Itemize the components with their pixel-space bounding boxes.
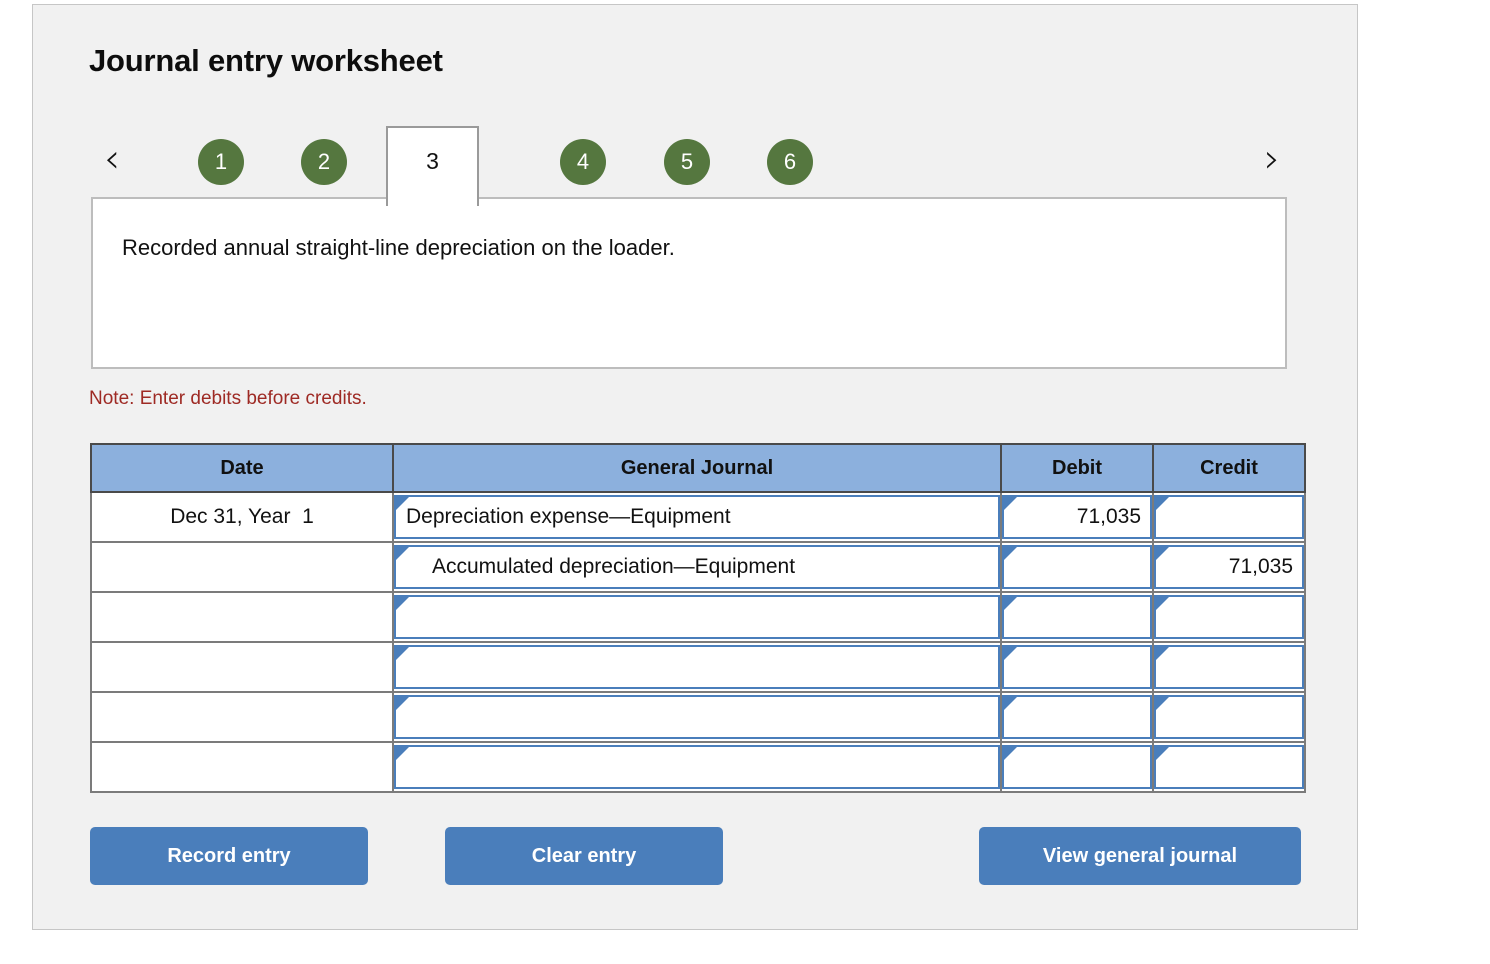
view-general-journal-button[interactable]: View general journal bbox=[979, 827, 1301, 885]
table-header-row: Date General Journal Debit Credit bbox=[90, 443, 1306, 493]
table-row bbox=[90, 691, 1306, 743]
account-cell[interactable] bbox=[392, 591, 1002, 643]
credit-value: 71,035 bbox=[1228, 555, 1293, 578]
journal-entry-table: Date General Journal Debit Credit Dec 31… bbox=[90, 443, 1306, 793]
debit-cell[interactable] bbox=[1000, 591, 1154, 643]
record-entry-button[interactable]: Record entry bbox=[90, 827, 368, 885]
column-header-credit: Credit bbox=[1152, 443, 1306, 493]
account-value: Accumulated depreciation—Equipment bbox=[432, 555, 796, 578]
account-cell[interactable]: Depreciation expense—Equipment bbox=[392, 491, 1002, 543]
credit-input[interactable] bbox=[1154, 695, 1304, 739]
entry-tab-strip: ‹ 1 2 3 4 5 6 › bbox=[33, 117, 1357, 206]
date-cell[interactable] bbox=[90, 691, 394, 743]
column-header-date: Date bbox=[90, 443, 394, 493]
credit-input[interactable] bbox=[1154, 745, 1304, 789]
table-row bbox=[90, 641, 1306, 693]
debit-input[interactable] bbox=[1002, 745, 1152, 789]
debit-cell[interactable] bbox=[1000, 691, 1154, 743]
credit-input[interactable] bbox=[1154, 645, 1304, 689]
tab-entry-1[interactable]: 1 bbox=[198, 139, 244, 185]
debit-cell[interactable] bbox=[1000, 541, 1154, 593]
account-input[interactable] bbox=[394, 695, 1000, 739]
previous-entry-chevron-left-icon[interactable]: ‹ bbox=[95, 139, 129, 183]
date-cell[interactable] bbox=[90, 641, 394, 693]
debit-cell[interactable] bbox=[1000, 641, 1154, 693]
table-row: Accumulated depreciation—Equipment 71,03… bbox=[90, 541, 1306, 593]
tab-entry-6[interactable]: 6 bbox=[767, 139, 813, 185]
account-cell[interactable] bbox=[392, 741, 1002, 793]
debits-before-credits-note: Note: Enter debits before credits. bbox=[89, 388, 367, 409]
date-cell[interactable] bbox=[90, 591, 394, 643]
table-row bbox=[90, 741, 1306, 793]
date-cell[interactable] bbox=[90, 741, 394, 793]
column-header-debit: Debit bbox=[1000, 443, 1154, 493]
credit-cell[interactable] bbox=[1152, 491, 1306, 543]
credit-input[interactable] bbox=[1154, 595, 1304, 639]
page-title: Journal entry worksheet bbox=[89, 43, 443, 78]
clear-entry-button[interactable]: Clear entry bbox=[445, 827, 723, 885]
transaction-description-text: Recorded annual straight-line depreciati… bbox=[122, 235, 675, 260]
debit-value: 71,035 bbox=[1076, 505, 1141, 528]
account-cell[interactable] bbox=[392, 691, 1002, 743]
next-entry-chevron-right-icon[interactable]: › bbox=[1255, 139, 1289, 183]
tab-entry-5[interactable]: 5 bbox=[664, 139, 710, 185]
journal-table-body: Dec 31, Year 1 Depreciation expense—Equi… bbox=[90, 491, 1306, 793]
account-input[interactable]: Depreciation expense—Equipment bbox=[394, 495, 1000, 539]
worksheet-card: Journal entry worksheet ‹ 1 2 3 4 5 6 › … bbox=[32, 4, 1358, 930]
debit-input[interactable] bbox=[1002, 545, 1152, 589]
account-cell[interactable] bbox=[392, 641, 1002, 693]
account-input[interactable]: Accumulated depreciation—Equipment bbox=[394, 545, 1000, 589]
transaction-description-box: Recorded annual straight-line depreciati… bbox=[91, 197, 1287, 369]
debit-input[interactable] bbox=[1002, 695, 1152, 739]
tab-entry-2[interactable]: 2 bbox=[301, 139, 347, 185]
account-input[interactable] bbox=[394, 645, 1000, 689]
date-cell[interactable]: Dec 31, Year 1 bbox=[90, 491, 394, 543]
account-value: Depreciation expense—Equipment bbox=[406, 505, 731, 528]
account-input[interactable] bbox=[394, 595, 1000, 639]
account-input[interactable] bbox=[394, 745, 1000, 789]
credit-cell[interactable]: 71,035 bbox=[1152, 541, 1306, 593]
tab-entry-3-active[interactable]: 3 bbox=[386, 126, 479, 206]
column-header-general-journal: General Journal bbox=[392, 443, 1002, 493]
credit-cell[interactable] bbox=[1152, 591, 1306, 643]
tab-entry-4[interactable]: 4 bbox=[560, 139, 606, 185]
credit-input[interactable]: 71,035 bbox=[1154, 545, 1304, 589]
date-cell[interactable] bbox=[90, 541, 394, 593]
table-row: Dec 31, Year 1 Depreciation expense—Equi… bbox=[90, 491, 1306, 543]
debit-input[interactable]: 71,035 bbox=[1002, 495, 1152, 539]
table-row bbox=[90, 591, 1306, 643]
debit-input[interactable] bbox=[1002, 595, 1152, 639]
credit-input[interactable] bbox=[1154, 495, 1304, 539]
account-cell[interactable]: Accumulated depreciation—Equipment bbox=[392, 541, 1002, 593]
credit-cell[interactable] bbox=[1152, 741, 1306, 793]
credit-cell[interactable] bbox=[1152, 641, 1306, 693]
debit-cell[interactable] bbox=[1000, 741, 1154, 793]
credit-cell[interactable] bbox=[1152, 691, 1306, 743]
debit-cell[interactable]: 71,035 bbox=[1000, 491, 1154, 543]
debit-input[interactable] bbox=[1002, 645, 1152, 689]
